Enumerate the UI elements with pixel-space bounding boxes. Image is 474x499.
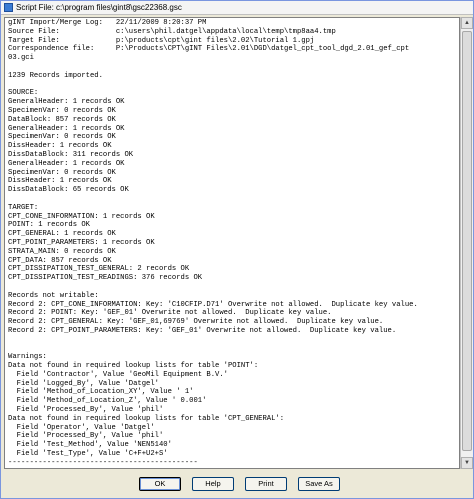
- script-file-window: Script File: c:\program files\gint8\gsc2…: [0, 0, 474, 499]
- ok-button[interactable]: OK: [139, 477, 181, 491]
- import-log-text: gINT Import/Merge Log: 22/11/2009 8:20:3…: [8, 19, 418, 467]
- print-button[interactable]: Print: [245, 477, 287, 491]
- window-title: Script File: c:\program files\gint8\gsc2…: [16, 3, 182, 12]
- scroll-thumb[interactable]: [462, 31, 472, 451]
- arrow-up-icon[interactable]: ▲: [461, 17, 473, 29]
- script-file-icon: [4, 3, 13, 12]
- save-as-button[interactable]: Save As: [298, 477, 340, 491]
- arrow-down-icon[interactable]: ▼: [461, 457, 473, 469]
- title-bar[interactable]: Script File: c:\program files\gint8\gsc2…: [1, 1, 473, 15]
- help-button[interactable]: Help: [192, 477, 234, 491]
- vertical-scrollbar[interactable]: ▲ ▼: [460, 17, 473, 469]
- button-bar: OK Help Print Save As: [1, 471, 473, 498]
- log-text-area[interactable]: gINT Import/Merge Log: 22/11/2009 8:20:3…: [4, 17, 460, 469]
